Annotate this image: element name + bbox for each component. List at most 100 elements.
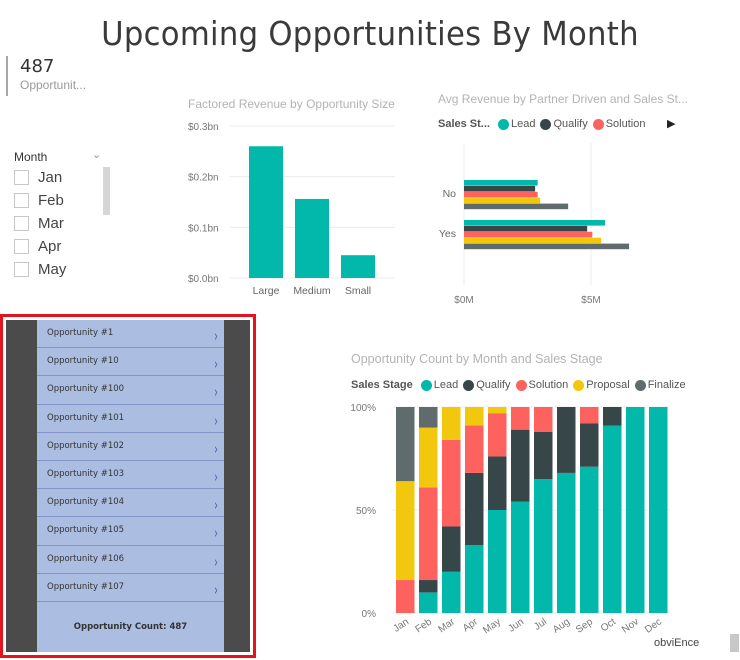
bar-no-finalize[interactable]	[464, 203, 569, 210]
legend-item-solution[interactable]: Solution	[592, 118, 645, 130]
checkbox[interactable]	[14, 170, 29, 185]
opportunity-gallery: Opportunity #1 › Opportunity #10 › Opportuni…	[37, 320, 224, 652]
kpi-card[interactable]: 487 Opportunit...	[6, 56, 126, 96]
segment-mar-qualify[interactable]	[442, 526, 461, 572]
segment-feb-solution[interactable]	[419, 487, 438, 581]
chevron-right-icon[interactable]: ›	[214, 329, 218, 344]
checkbox[interactable]	[14, 262, 29, 277]
segment-sep-lead[interactable]	[580, 466, 599, 613]
slicer-item-label: Apr	[38, 238, 62, 255]
legend-item-lead[interactable]: Lead	[420, 379, 458, 391]
gallery-row[interactable]: Opportunity #100 ›	[37, 376, 224, 405]
segment-jan-solution[interactable]	[396, 580, 415, 613]
bar-yes-solution[interactable]	[464, 231, 593, 238]
legend-dot-icon	[634, 379, 646, 391]
segment-aug-lead[interactable]	[557, 472, 576, 613]
legend-item-proposal[interactable]: Proposal	[573, 379, 630, 391]
checkbox[interactable]	[14, 239, 29, 254]
segment-may-qualify[interactable]	[488, 456, 507, 510]
chevron-right-icon[interactable]: ›	[214, 469, 218, 485]
segment-sep-qualify[interactable]	[580, 423, 599, 467]
slicer-item-apr[interactable]: Apr	[14, 235, 114, 258]
chevron-right-icon[interactable]: ›	[214, 413, 218, 429]
gallery-row[interactable]: Opportunity #101 ›	[37, 405, 224, 433]
legend-title: Sales Stage	[351, 379, 413, 391]
segment-nov-lead[interactable]	[626, 407, 645, 613]
bar-yes-qualify[interactable]	[464, 225, 588, 232]
slicer-scrollbar[interactable]	[103, 167, 110, 215]
chevron-right-icon[interactable]: ›	[214, 526, 218, 541]
segment-jul-qualify[interactable]	[534, 431, 553, 480]
bar-no-lead[interactable]	[464, 180, 538, 186]
segment-feb-proposal[interactable]	[419, 427, 438, 488]
segment-apr-proposal[interactable]	[465, 407, 484, 426]
chevron-right-icon[interactable]: ›	[214, 582, 218, 598]
gallery-row[interactable]: Opportunity #107 ›	[37, 574, 224, 602]
segment-feb-finalize[interactable]	[419, 407, 438, 428]
slicer-item-mar[interactable]: Mar	[14, 212, 114, 235]
legend-item-solution[interactable]: Solution	[515, 379, 568, 391]
segment-apr-lead[interactable]	[465, 545, 484, 613]
segment-jan-proposal[interactable]	[396, 481, 415, 581]
slicer-header[interactable]: Month ⌄	[14, 148, 114, 166]
segment-aug-qualify[interactable]	[557, 407, 576, 473]
segment-sep-solution[interactable]	[580, 407, 599, 424]
legend-item-qualify[interactable]: Qualify	[540, 118, 588, 130]
segment-jun-lead[interactable]	[511, 501, 530, 613]
bar-medium[interactable]	[295, 198, 329, 278]
legend-next-arrow-icon[interactable]: ▶	[667, 117, 675, 130]
slicer-item-may[interactable]: May	[14, 258, 114, 281]
segment-may-lead[interactable]	[488, 510, 507, 613]
segment-jul-lead[interactable]	[534, 479, 553, 613]
segment-mar-lead[interactable]	[442, 571, 461, 613]
checkbox[interactable]	[14, 216, 29, 231]
gallery-row[interactable]: Opportunity #10 ›	[37, 348, 224, 377]
chevron-right-icon[interactable]: ›	[214, 498, 218, 513]
bar-small[interactable]	[341, 255, 375, 278]
gallery-row[interactable]: Opportunity #104 ›	[37, 489, 224, 518]
chevron-right-icon[interactable]: ›	[214, 554, 218, 570]
segment-may-proposal[interactable]	[488, 407, 507, 414]
segment-apr-qualify[interactable]	[465, 472, 484, 546]
gallery-row[interactable]: Opportunity #105 ›	[37, 517, 224, 546]
legend-item-finalize[interactable]: Finalize	[634, 379, 686, 391]
segment-jun-qualify[interactable]	[511, 429, 530, 502]
bar-no-proposal[interactable]	[464, 197, 541, 204]
segment-feb-lead[interactable]	[419, 592, 438, 613]
scroll-handle[interactable]	[730, 634, 739, 652]
segment-oct-lead[interactable]	[603, 425, 622, 613]
bar-yes-finalize[interactable]	[464, 243, 630, 250]
bar-yes-lead[interactable]	[464, 220, 605, 226]
gallery-row[interactable]: Opportunity #106 ›	[37, 546, 224, 574]
chevron-right-icon[interactable]: ›	[214, 357, 218, 372]
y-tick-label: Yes	[439, 228, 456, 240]
segment-dec-lead[interactable]	[649, 407, 668, 613]
segment-may-solution[interactable]	[488, 413, 507, 457]
segment-mar-solution[interactable]	[442, 439, 461, 527]
segment-jul-solution[interactable]	[534, 407, 553, 432]
segment-jun-solution[interactable]	[511, 407, 530, 430]
legend-dot-icon	[540, 118, 552, 130]
segment-mar-proposal[interactable]	[442, 407, 461, 440]
gallery-row[interactable]: Opportunity #1 ›	[37, 320, 224, 349]
avg-revenue-chart: $0M $5M No Yes	[439, 143, 630, 306]
slicer-item-jan[interactable]: Jan	[14, 166, 114, 189]
gallery-row-label: Opportunity #1	[47, 328, 114, 338]
checkbox[interactable]	[14, 193, 29, 208]
segment-apr-solution[interactable]	[465, 425, 484, 473]
legend-item-lead[interactable]: Lead	[497, 118, 535, 130]
chevron-right-icon[interactable]: ›	[214, 441, 218, 457]
gallery-row[interactable]: Opportunity #103 ›	[37, 461, 224, 490]
gallery-row[interactable]: Opportunity #102 ›	[37, 433, 224, 461]
segment-feb-qualify[interactable]	[419, 580, 438, 593]
bar-large[interactable]	[249, 146, 283, 278]
segment-jan-finalize[interactable]	[396, 407, 415, 482]
bar-no-qualify[interactable]	[464, 185, 536, 192]
slicer-item-feb[interactable]: Feb	[14, 189, 114, 212]
chevron-right-icon[interactable]: ›	[214, 385, 218, 400]
bar-yes-proposal[interactable]	[464, 237, 602, 244]
chevron-down-icon[interactable]: ⌄	[92, 148, 101, 161]
bar-no-solution[interactable]	[464, 191, 538, 198]
legend-item-qualify[interactable]: Qualify	[463, 379, 511, 391]
segment-oct-qualify[interactable]	[603, 407, 622, 426]
